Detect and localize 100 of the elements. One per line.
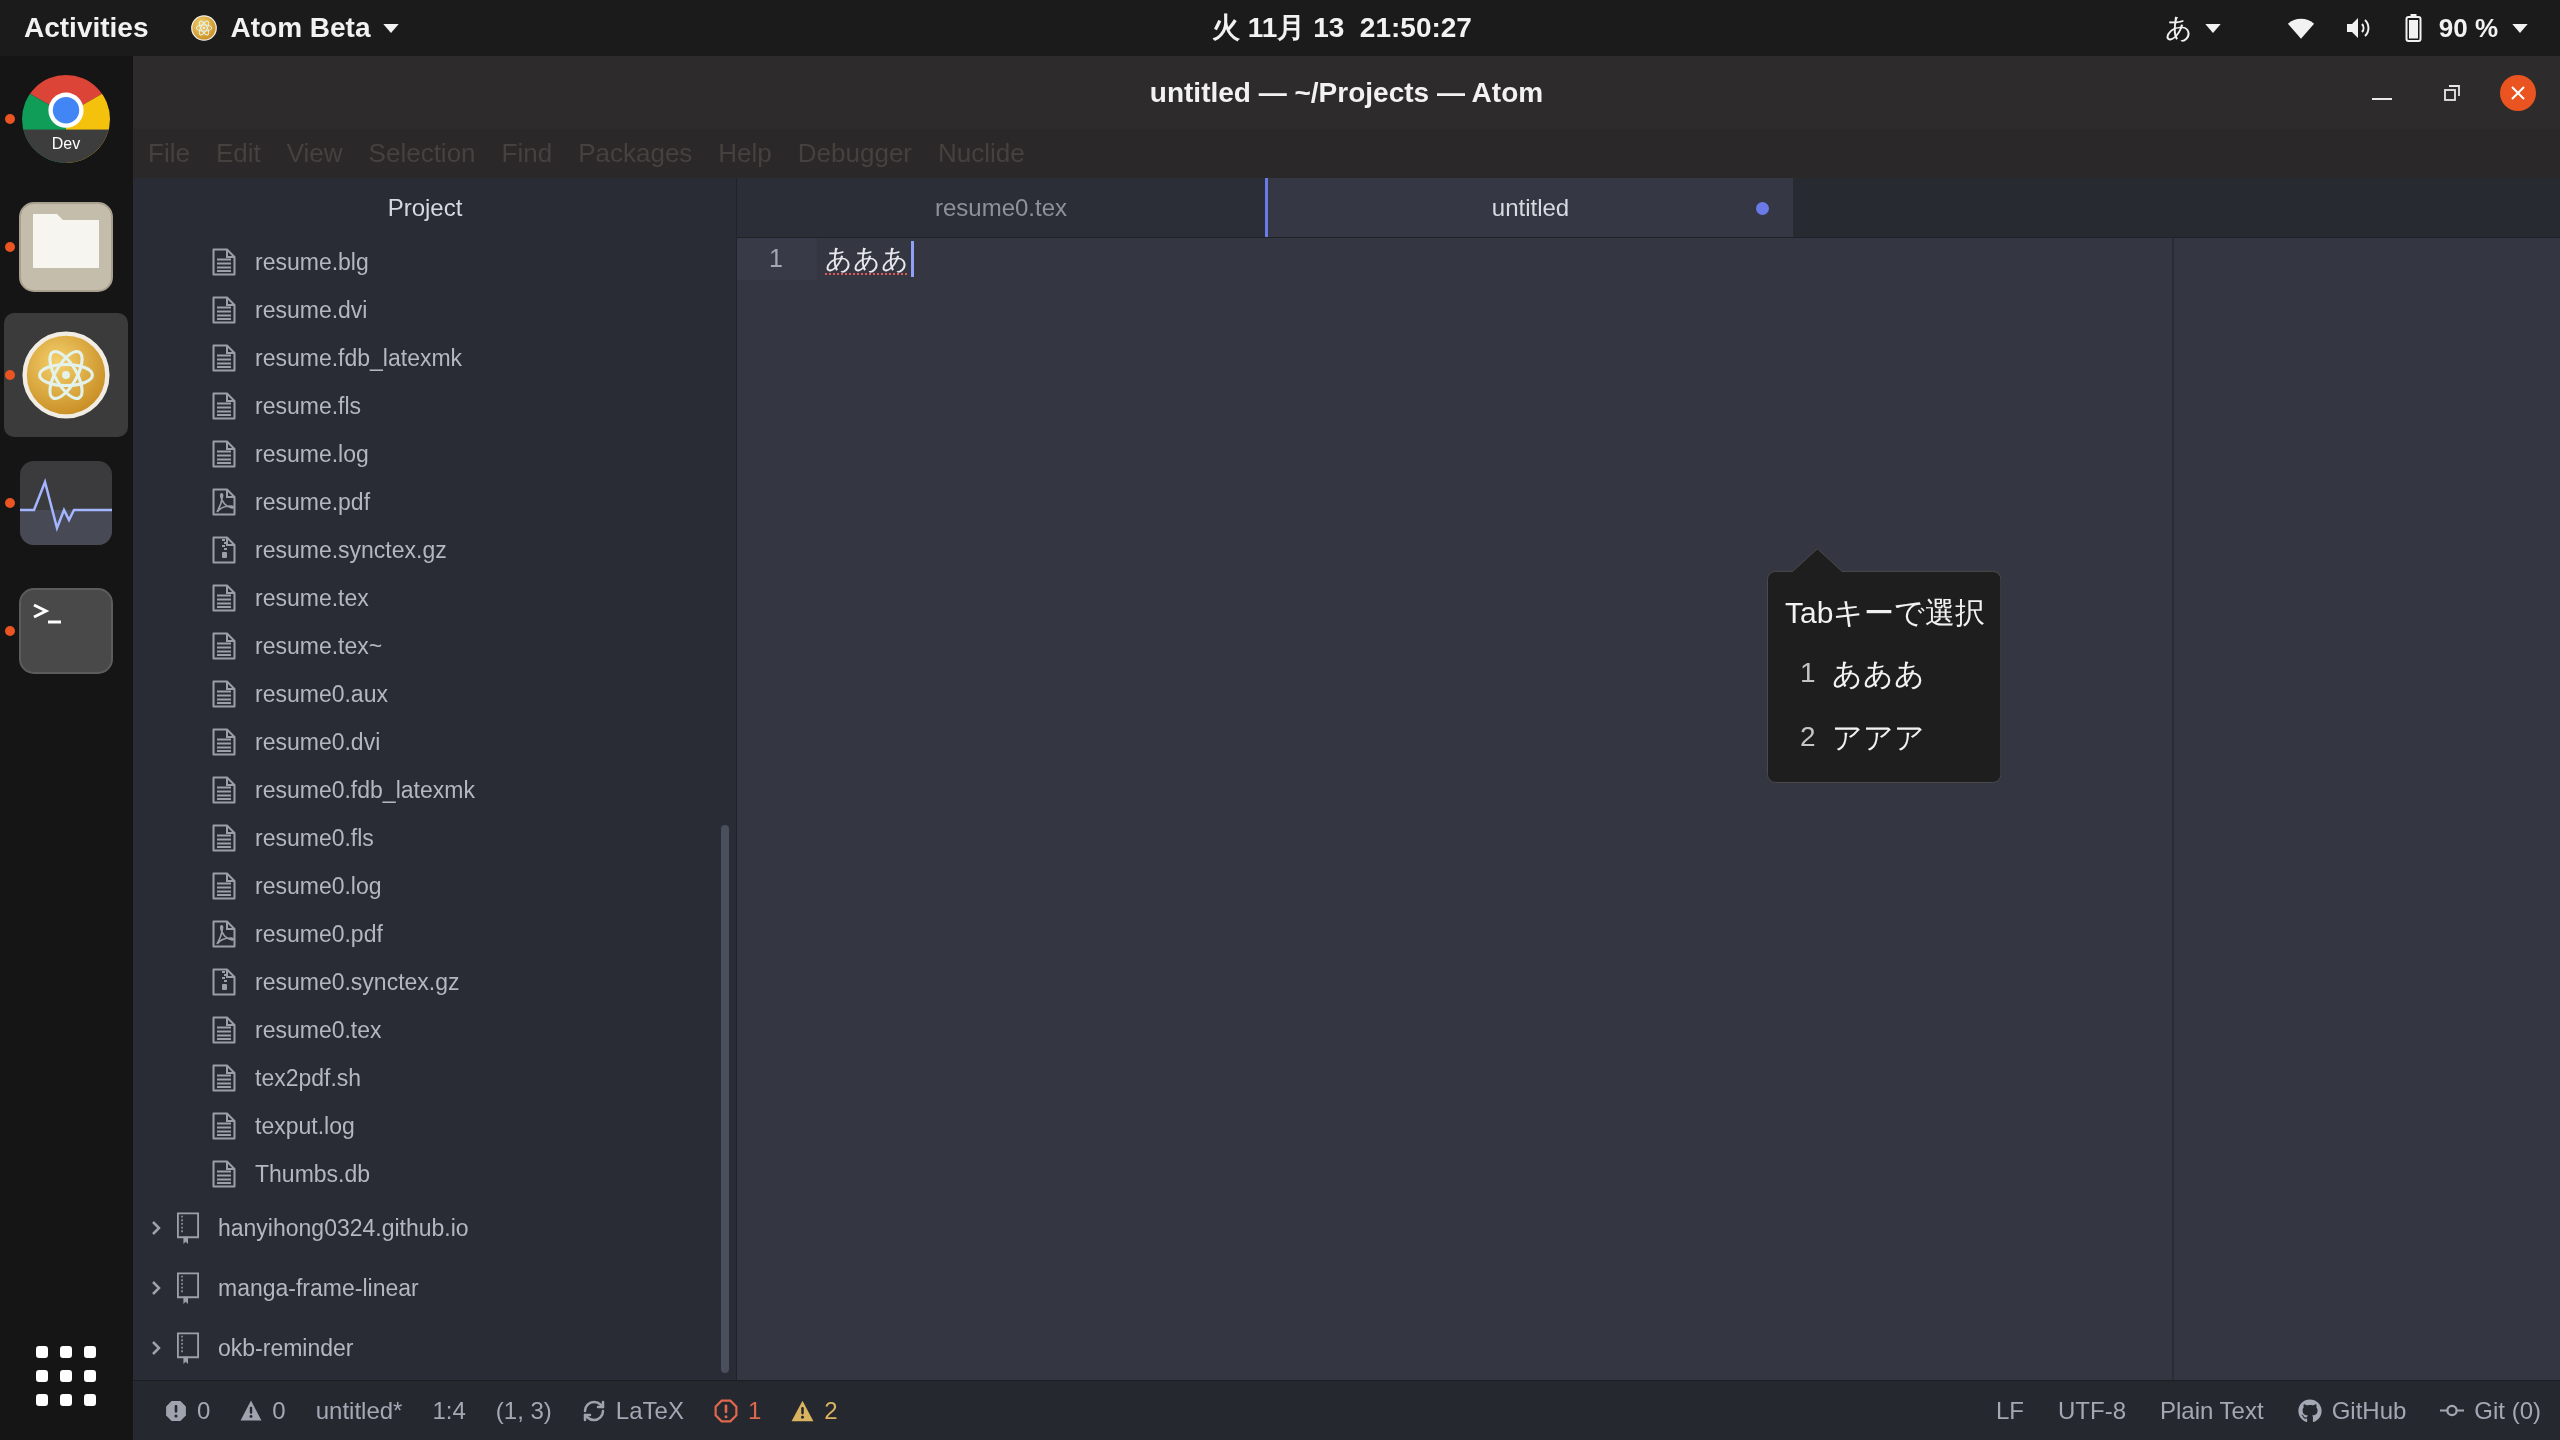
lint-error-count[interactable]: 1 <box>713 1392 762 1429</box>
document-lines-icon <box>212 296 236 324</box>
tree-entry[interactable]: resume.tex <box>133 574 717 622</box>
tree-entry[interactable]: resume0.dvi <box>133 718 717 766</box>
tree-entry[interactable]: resume.fls <box>133 382 717 430</box>
app-menu-button[interactable]: Atom Beta <box>190 7 399 49</box>
atom-logo-icon <box>190 15 217 41</box>
grammar-button[interactable]: Plain Text <box>2160 1392 2264 1429</box>
caret-down-icon <box>2512 23 2528 33</box>
repo-book-icon <box>176 1331 200 1365</box>
clock-button[interactable]: 火 11月 13 21:50:27 <box>1212 7 1472 49</box>
warning-icon <box>240 1400 263 1421</box>
tree-entry[interactable]: resume0.aux <box>133 670 717 718</box>
input-method-button[interactable]: あ <box>2164 7 2221 49</box>
git-commit-icon <box>2440 1404 2465 1417</box>
tree-entry[interactable]: resume0.synctex.gz <box>133 958 717 1006</box>
document-lines-icon <box>212 1016 236 1044</box>
candidate-text[interactable]: あああ <box>1831 650 1925 696</box>
pdf-document-icon <box>212 488 236 516</box>
caret-down-icon <box>2204 23 2221 33</box>
tree-entry[interactable]: resume.pdf <box>133 478 717 526</box>
document-lines-icon <box>212 632 236 660</box>
tree-entry[interactable]: resume0.tex <box>133 1006 717 1054</box>
document-lines-icon <box>212 1160 236 1188</box>
tree-entry[interactable]: resume.tex~ <box>133 622 717 670</box>
candidate-number: 2 <box>1800 720 1816 754</box>
scrollbar-thumb[interactable] <box>721 825 729 1373</box>
tree-entry[interactable]: resume0.fls <box>133 814 717 862</box>
project-panel-tab[interactable]: Project <box>133 178 717 238</box>
battery-icon <box>2404 14 2422 42</box>
github-icon <box>2297 1398 2322 1423</box>
terminal-prompt-icon <box>19 588 113 674</box>
popup-title: Tabキーで選択 <box>1785 594 1986 631</box>
zip-archive-icon <box>212 536 236 564</box>
app-grid-icon <box>36 1346 96 1406</box>
tree-entry[interactable]: resume.synctex.gz <box>133 526 717 574</box>
document-lines-icon <box>212 824 236 852</box>
error-icon <box>165 1399 187 1422</box>
tree-entry[interactable]: resume0.log <box>133 862 717 910</box>
warning-icon <box>791 1399 815 1422</box>
line-ending-button[interactable]: LF <box>1996 1392 2024 1429</box>
line-number: 1 <box>737 238 817 280</box>
candidate-number: 1 <box>1800 656 1816 690</box>
candidate-text[interactable]: アアア <box>1831 714 1925 760</box>
document-lines-icon <box>212 248 236 276</box>
error-count[interactable]: 0 <box>165 1392 211 1429</box>
pdf-document-icon <box>212 920 236 948</box>
project-folder-entry[interactable]: manga-frame-linear <box>133 1258 717 1318</box>
tree-entry[interactable]: tex2pdf.sh <box>133 1054 717 1102</box>
encoding-button[interactable]: UTF-8 <box>2058 1392 2126 1429</box>
browser-logo-icon <box>22 75 110 163</box>
tree-entry[interactable]: resume0.pdf <box>133 910 717 958</box>
editor-tab[interactable]: untitled <box>1265 178 1793 237</box>
error-icon <box>713 1398 738 1423</box>
document-lines-icon <box>212 872 236 900</box>
editor-text[interactable]: あああ <box>825 238 909 280</box>
document-lines-icon <box>212 344 236 372</box>
warning-count[interactable]: 0 <box>240 1392 286 1429</box>
document-lines-icon <box>212 776 236 804</box>
document-lines-icon <box>212 680 236 708</box>
document-name-label[interactable]: untitled* <box>315 1392 403 1429</box>
repo-book-icon <box>176 1211 200 1245</box>
tree-entry[interactable]: resume.blg <box>133 238 717 286</box>
text-cursor <box>911 241 914 277</box>
browser-app-button[interactable]: Dev <box>4 57 128 181</box>
document-lines-icon <box>212 584 236 612</box>
document-lines-icon <box>212 728 236 756</box>
close-button[interactable] <box>2500 74 2536 111</box>
activities-button[interactable]: Activities <box>24 7 149 49</box>
tree-entry[interactable]: resume.fdb_latexmk <box>133 334 717 382</box>
project-folder-entry[interactable]: hanyihong0324.github.io <box>133 1198 717 1258</box>
close-icon <box>2511 85 2525 100</box>
tree-entry[interactable]: resume.log <box>133 430 717 478</box>
document-lines-icon <box>212 1112 236 1140</box>
tree-entry[interactable]: resume0.fdb_latexmk <box>133 766 717 814</box>
atom-logo-icon <box>22 331 110 419</box>
lint-warning-count[interactable]: 2 <box>791 1392 838 1429</box>
document-lines-icon <box>212 1064 236 1092</box>
project-folder-entry[interactable]: okb-reminder <box>133 1318 717 1378</box>
pulse-monitor-icon <box>19 460 113 546</box>
minimize-icon <box>2372 97 2392 100</box>
tree-entry[interactable]: texput.log <box>133 1102 717 1150</box>
tree-entry[interactable]: Thumbs.db <box>133 1150 717 1198</box>
system-menu-button[interactable]: 90 % <box>2286 8 2528 48</box>
editor-tab[interactable]: resume0.tex <box>737 178 1265 237</box>
restore-icon <box>2444 84 2460 101</box>
latex-check-button[interactable]: LaTeX <box>581 1392 684 1429</box>
selection-position[interactable]: (1, 3) <box>495 1392 552 1429</box>
repo-book-icon <box>176 1271 200 1305</box>
tree-entry[interactable]: resume.dvi <box>133 286 717 334</box>
git-button[interactable]: Git (0) <box>2440 1392 2541 1429</box>
wifi-icon <box>2286 16 2315 40</box>
cursor-position[interactable]: 1:4 <box>432 1392 466 1429</box>
window-title: untitled — ~/Projects — Atom <box>1149 75 1544 110</box>
github-button[interactable]: GitHub <box>2297 1392 2407 1429</box>
dev-label: Dev <box>50 135 82 153</box>
caret-down-icon <box>382 23 399 33</box>
sync-icon <box>581 1398 606 1423</box>
document-lines-icon <box>212 440 236 468</box>
atom-app-button[interactable] <box>4 313 128 437</box>
